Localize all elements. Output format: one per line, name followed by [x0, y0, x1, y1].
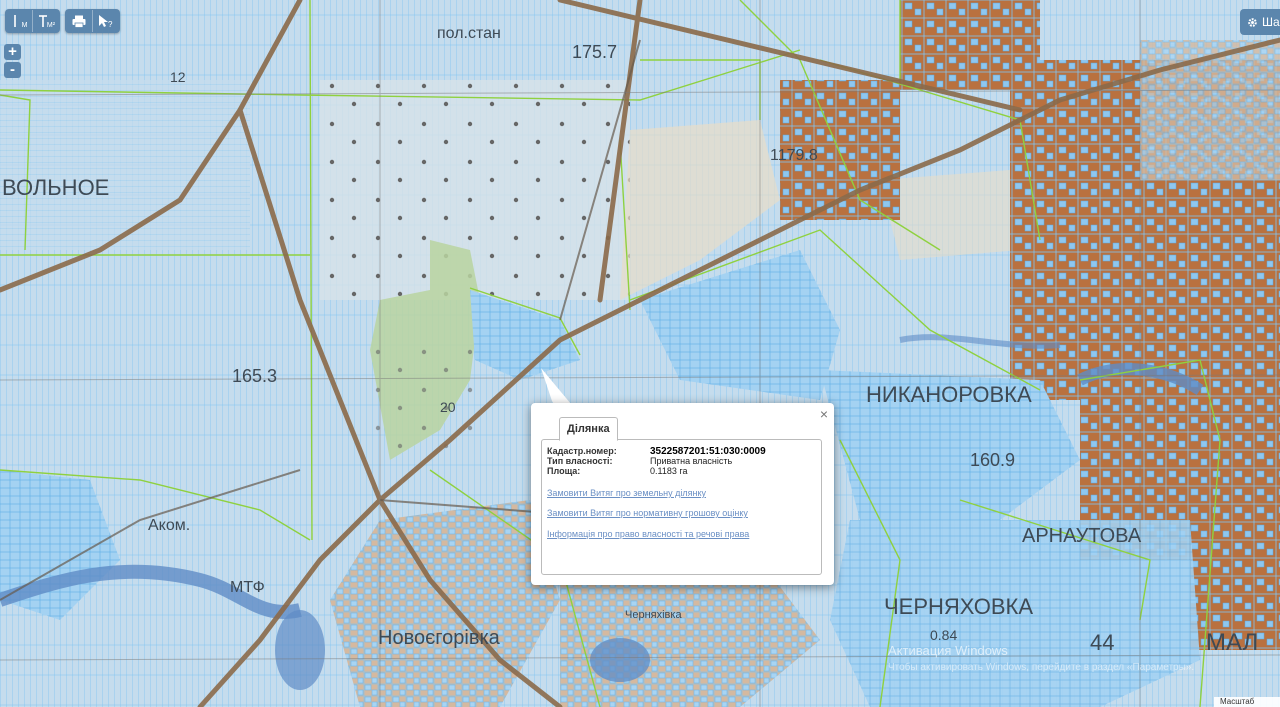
cursor-question-icon: ? — [99, 15, 113, 28]
parcel-info-panel: Кадастр.номер: 3522587201:51:030:0009 Ти… — [541, 439, 822, 575]
map-label-mal: МАЛ — [1206, 629, 1258, 656]
map-label-nikanorovka: НИКАНОРОВКА — [866, 382, 1032, 407]
ownership-type-key: Тип власності: — [547, 456, 613, 466]
map-label-height-1653: 165.3 — [232, 366, 277, 386]
map-label-novoyehorivka: Новоєгорівка — [378, 627, 501, 649]
zoom-out-button[interactable]: - — [4, 62, 21, 78]
map-label-height-1757: 175.7 — [572, 42, 617, 62]
cadastral-number-key: Кадастр.номер: — [547, 446, 617, 456]
zoom-in-button[interactable]: + — [4, 44, 21, 60]
parcel-info-popup: × Ділянка Кадастр.номер: 3522587201:51:0… — [531, 403, 834, 585]
print-button[interactable] — [66, 10, 92, 32]
measure-distance-button[interactable]: M — [6, 10, 32, 32]
cadastral-map[interactable]: пол.стан 175.7 ВОЛЬНОЕ 12 165.3 20 Аком.… — [0, 0, 1280, 707]
order-parcel-extract-link[interactable]: Замовити Витяг про земельну ділянку — [547, 488, 706, 498]
map-label-44: 44 — [1090, 630, 1114, 655]
tools-toolbar: ? — [65, 9, 120, 33]
map-label-12: 12 — [170, 69, 186, 85]
map-label-field-camp: пол.стан — [437, 25, 501, 42]
map-label-height-1609: 160.9 — [970, 450, 1015, 470]
measure-toolbar: M M² — [5, 9, 60, 33]
ownership-rights-info-link[interactable]: Інформація про право власності та речові… — [547, 529, 749, 539]
map-label-cherniakhivka-small: Черняхівка — [625, 609, 682, 621]
popup-pointer — [541, 368, 571, 404]
svg-text:?: ? — [108, 20, 113, 28]
map-label-20: 20 — [440, 399, 456, 415]
map-label-084: 0.84 — [930, 627, 957, 643]
measure-distance-label: M — [21, 21, 28, 29]
map-label-cherniakhovka: ЧЕРНЯХОВКА — [884, 594, 1033, 619]
measure-area-button[interactable]: M² — [32, 10, 59, 32]
map-label-akom: Аком. — [148, 517, 190, 534]
layers-button[interactable]: Шар — [1240, 9, 1280, 35]
tab-parcel[interactable]: Ділянка — [559, 417, 618, 441]
gear-icon — [1248, 17, 1257, 27]
ownership-type-value: Приватна власність — [650, 456, 733, 466]
area-value: 0.1183 га — [650, 466, 688, 476]
area-key: Площа: — [547, 466, 581, 476]
measure-area-label: M² — [46, 21, 56, 29]
popup-close-button[interactable]: × — [820, 406, 828, 422]
map-label-arnautova: АРНАУТОВА — [1022, 525, 1142, 547]
windows-activation-subtitle: Чтобы активировать Windows, перейдите в … — [888, 662, 1195, 673]
scale-label: Масштаб — [1214, 697, 1280, 707]
layers-label: Шар — [1262, 15, 1280, 29]
windows-activation-title: Активация Windows — [888, 643, 1008, 658]
map-label-height-11798: 1179.8 — [770, 147, 818, 164]
map-label-mtf: МТФ — [230, 579, 265, 596]
identify-button[interactable]: ? — [92, 10, 119, 32]
map-label-volnoe: ВОЛЬНОЕ — [2, 175, 109, 200]
order-valuation-extract-link[interactable]: Замовити Витяг про нормативну грошову оц… — [547, 508, 748, 518]
printer-icon — [72, 15, 86, 28]
